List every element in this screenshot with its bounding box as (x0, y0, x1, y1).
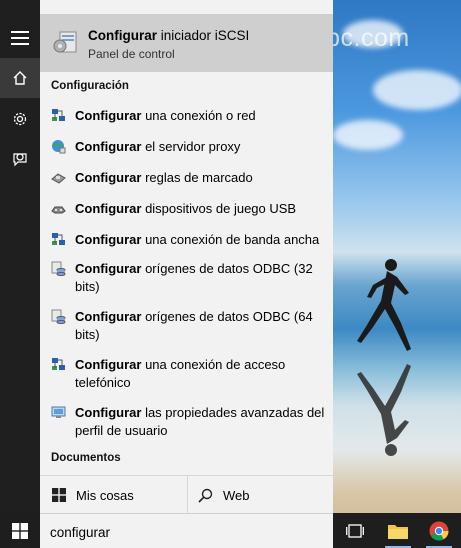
result-label: Configurar una conexión o red (75, 108, 256, 123)
result-label: Configurar orígenes de datos ODBC (32 bi… (75, 261, 313, 294)
result-label: Configurar reglas de marcado (75, 170, 253, 185)
feedback-icon (13, 153, 27, 167)
gamepad-icon (51, 201, 66, 216)
network-icon (51, 108, 66, 123)
globe-icon (51, 139, 66, 154)
top-match-subtitle: Panel de control (88, 47, 175, 61)
cloud (373, 70, 461, 110)
top-match-title: Configurar iniciador iSCSI (88, 28, 250, 43)
desktop-wallpaper (333, 0, 461, 548)
runner-silhouette (357, 259, 411, 351)
network-icon (51, 357, 66, 372)
result-label: Configurar orígenes de datos ODBC (64 bi… (75, 309, 313, 342)
home-button[interactable] (0, 58, 40, 98)
taskbar-search-box[interactable] (40, 513, 333, 548)
result-label: Configurar una conexión de acceso telefó… (75, 357, 286, 390)
start-button[interactable] (0, 513, 40, 548)
monitor-icon (51, 405, 66, 420)
my-stuff-button[interactable]: Mis cosas (40, 476, 188, 514)
search-input[interactable] (48, 521, 322, 543)
gear-icon (13, 112, 27, 126)
runner-reflection (357, 364, 411, 456)
windows-icon (52, 488, 66, 502)
database-icon (51, 309, 66, 324)
top-match-result[interactable]: Configurar iniciador iSCSI Panel de cont… (40, 14, 333, 72)
section-heading-documents: Documentos (51, 452, 121, 464)
result-label: Configurar una conexión de banda ancha (75, 232, 320, 247)
task-view-button[interactable] (337, 513, 373, 548)
start-rail (0, 0, 40, 513)
result-label: Configurar el servidor proxy (75, 139, 241, 154)
web-button[interactable]: Web (188, 476, 333, 514)
database-icon (51, 261, 66, 276)
result-label: Configurar dispositivos de juego USB (75, 201, 297, 216)
phone-icon (51, 170, 66, 185)
iscsi-initiator-icon (53, 31, 77, 53)
windows-logo-icon (12, 522, 28, 539)
hamburger-icon (11, 31, 29, 45)
home-icon (13, 71, 27, 85)
my-stuff-label: Mis cosas (76, 487, 134, 503)
result-label: Configurar las propiedades avanzadas del… (75, 405, 325, 438)
settings-button[interactable] (0, 99, 40, 139)
bottom-filter-bar: Mis cosas Web (40, 475, 333, 514)
search-icon (198, 488, 213, 503)
web-label: Web (223, 487, 250, 503)
section-heading-settings: Configuración (51, 80, 129, 92)
search-results-panel: Configurar iniciador iSCSI Panel de cont… (40, 0, 333, 514)
chrome-button[interactable] (421, 513, 457, 548)
task-view-icon (346, 523, 364, 538)
hamburger-menu-button[interactable] (0, 18, 40, 58)
network-icon (51, 232, 66, 247)
folder-icon (388, 524, 408, 539)
feedback-button[interactable] (0, 139, 40, 179)
chrome-icon (429, 521, 449, 540)
file-explorer-button[interactable] (380, 513, 416, 548)
cloud (333, 120, 403, 150)
